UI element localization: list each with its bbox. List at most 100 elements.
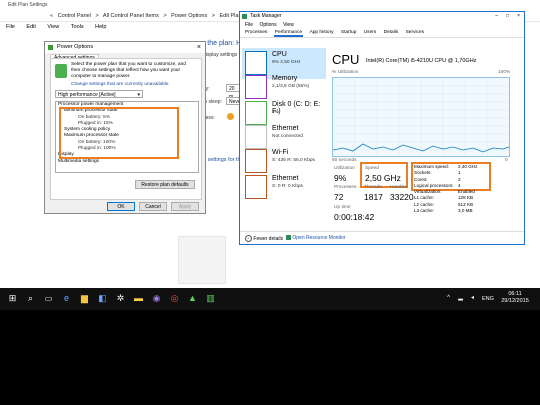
restore-defaults-button[interactable]: Restore plan defaults — [135, 180, 195, 189]
spec-value: 3,0 MB — [458, 208, 473, 214]
sidebar-item-label: Wi-Fi — [272, 149, 289, 156]
volume-icon[interactable]: ◂ — [466, 292, 479, 305]
tm-menu-bar: File Options View — [240, 21, 524, 29]
close-icon[interactable]: × — [197, 42, 201, 53]
tab-app-history[interactable]: App history — [309, 30, 335, 35]
folder-icon[interactable]: ▬ — [132, 292, 145, 305]
power-options-titlebar: Power Options × — [45, 42, 205, 53]
plan-heading: r the plan: H — [203, 40, 242, 47]
display-off-dropdown[interactable]: 20 m — [226, 84, 240, 100]
handles-label: Handles — [390, 185, 408, 190]
sidebar-item-sub: S: 0 R: 0 Kbps — [272, 184, 303, 189]
sidebar-item-label: Ethernet — [272, 125, 299, 132]
sidebar-item-label: Memory — [272, 75, 298, 82]
task-manager-taskbar-icon[interactable]: ▥ — [204, 292, 217, 305]
cpu-graph — [332, 77, 510, 157]
sidebar-item-sub: 4% — [272, 110, 279, 115]
spec-key: L3 cache: — [414, 208, 434, 214]
menu-file[interactable]: File — [6, 24, 15, 30]
sidebar-item-ethernet-2[interactable]: Ethernet S: 0 R: 0 Kbps — [242, 172, 326, 203]
menu-view[interactable]: View — [47, 24, 59, 30]
minimize-icon[interactable]: – — [495, 12, 498, 21]
breadcrumb[interactable]: « Control Panel > All Control Panel Item… — [50, 12, 266, 20]
start-windows-icon[interactable]: ⊞ — [6, 292, 19, 305]
taskbar: ⊞ ⌕ ▭ e ▆ ◧ ✲ ▬ ◉ ◎ ▲ ▥ ^ ▂ ◂ ENG 06:11 … — [0, 288, 540, 310]
maximize-icon[interactable]: □ — [506, 12, 509, 21]
sidebar-item-label: CPU — [272, 51, 287, 58]
sleep-dropdown[interactable]: Neve — [226, 97, 241, 105]
power-options-taskbar-icon[interactable]: ▲ — [186, 292, 199, 305]
menu-view[interactable]: View — [283, 22, 294, 28]
plan-select[interactable]: High performance [Active] ▾ — [55, 90, 143, 98]
spec-key: Sockets: — [414, 170, 432, 176]
dialog-description: Select the power plan that you want to c… — [71, 62, 186, 79]
tab-users[interactable]: Users — [363, 30, 378, 35]
cpu-heading: CPU — [332, 52, 360, 67]
menu-tools[interactable]: Tools — [71, 24, 84, 30]
utilization-axis-label: % Utilization — [332, 70, 359, 75]
uptime-value: 0:00:18:42 — [334, 212, 375, 222]
tree-item[interactable]: Multimedia settings — [56, 159, 198, 165]
footer-divider — [240, 231, 524, 232]
battery-icon — [55, 64, 67, 78]
language-indicator[interactable]: ENG — [482, 296, 494, 302]
graph-zero-label: 0 — [505, 158, 508, 163]
speed-label: Speed — [365, 166, 379, 171]
cpu-specs: Maximum speed: 2,40 GHz Sockets: 1 Cores: 2… — [414, 164, 524, 214]
spec-key: L1 cache: — [414, 195, 434, 201]
change-unavailable-link[interactable]: Change settings that are currently unava… — [71, 82, 169, 87]
breadcrumb-sep: > — [211, 13, 215, 19]
sidebar-item-sub: 8% 2,50 GHz — [272, 60, 301, 65]
task-view-icon[interactable]: ▭ — [42, 292, 55, 305]
handles-value: 33220 — [390, 192, 414, 202]
processes-value: 72 — [334, 192, 344, 202]
sidebar-item-label: Disk 0 (C: D: E: F:) — [272, 101, 321, 115]
axis-max-label: 100% — [498, 70, 511, 75]
store-icon[interactable]: ◧ — [96, 292, 109, 305]
cancel-button[interactable]: Cancel — [139, 202, 167, 211]
cpu-model: Intel(R) Core(TM) i5-4210U CPU @ 1,70GHz — [366, 58, 477, 64]
spec-key: Maximum speed: — [414, 164, 449, 169]
breadcrumb-overflow[interactable]: « — [50, 13, 53, 19]
browser-icon[interactable]: ◎ — [168, 292, 181, 305]
file-explorer-icon[interactable]: ▆ — [78, 292, 91, 305]
threads-value: 1817 — [364, 192, 383, 202]
spec-key: Virtualization: — [414, 189, 442, 195]
edit-plan-window-title: Edit Plan Settings — [0, 0, 540, 10]
spec-key: Cores: — [414, 176, 428, 182]
menu-help[interactable]: Help — [95, 24, 106, 30]
menu-file[interactable]: File — [245, 22, 253, 28]
tab-processes[interactable]: Processes — [244, 30, 268, 35]
dialog-title: Power Options — [57, 44, 94, 50]
settings-icon[interactable]: ✲ — [114, 292, 127, 305]
search-icon[interactable]: ⌕ — [24, 292, 37, 305]
fewer-details-button[interactable]: ^ Fewer details — [245, 235, 283, 242]
settings-tree[interactable]: Processor power management Minimum proce… — [55, 101, 199, 173]
apply-button[interactable]: Apply — [171, 202, 199, 211]
open-resource-monitor-link[interactable]: Open Resource Monitor — [286, 235, 345, 241]
edge-icon[interactable]: e — [60, 292, 73, 305]
tab-startup[interactable]: Startup — [340, 30, 357, 35]
spec-key: Logical processors: — [414, 182, 454, 188]
breadcrumb-all-items[interactable]: All Control Panel Items — [103, 13, 159, 19]
chevron-down-icon: ▾ — [137, 92, 140, 98]
task-manager-titlebar: Task Manager – □ × — [240, 12, 524, 21]
ok-button[interactable]: OK — [107, 202, 135, 211]
breadcrumb-control-panel[interactable]: Control Panel — [58, 13, 91, 19]
threads-label: Threads — [364, 185, 382, 190]
clock[interactable]: 06:11 29/12/2015 — [500, 291, 530, 305]
breadcrumb-power-options[interactable]: Power Options — [171, 13, 207, 19]
speed-value: 2,50 GHz — [365, 173, 401, 183]
plan-select-value: High performance [Active] — [58, 92, 116, 98]
menu-edit[interactable]: Edit — [26, 24, 35, 30]
tab-details[interactable]: Details — [383, 30, 400, 35]
power-icon — [48, 45, 53, 50]
processes-label: Processes — [334, 185, 357, 190]
tab-performance[interactable]: Performance — [273, 30, 304, 37]
utilization-value: 9% — [334, 173, 347, 183]
menu-options[interactable]: Options — [259, 22, 276, 28]
app-icon[interactable]: ◉ — [150, 292, 163, 305]
close-icon[interactable]: × — [517, 12, 520, 21]
task-manager-window: Task Manager – □ × File Options View Pro… — [239, 11, 525, 245]
tab-services[interactable]: Services — [405, 30, 425, 35]
